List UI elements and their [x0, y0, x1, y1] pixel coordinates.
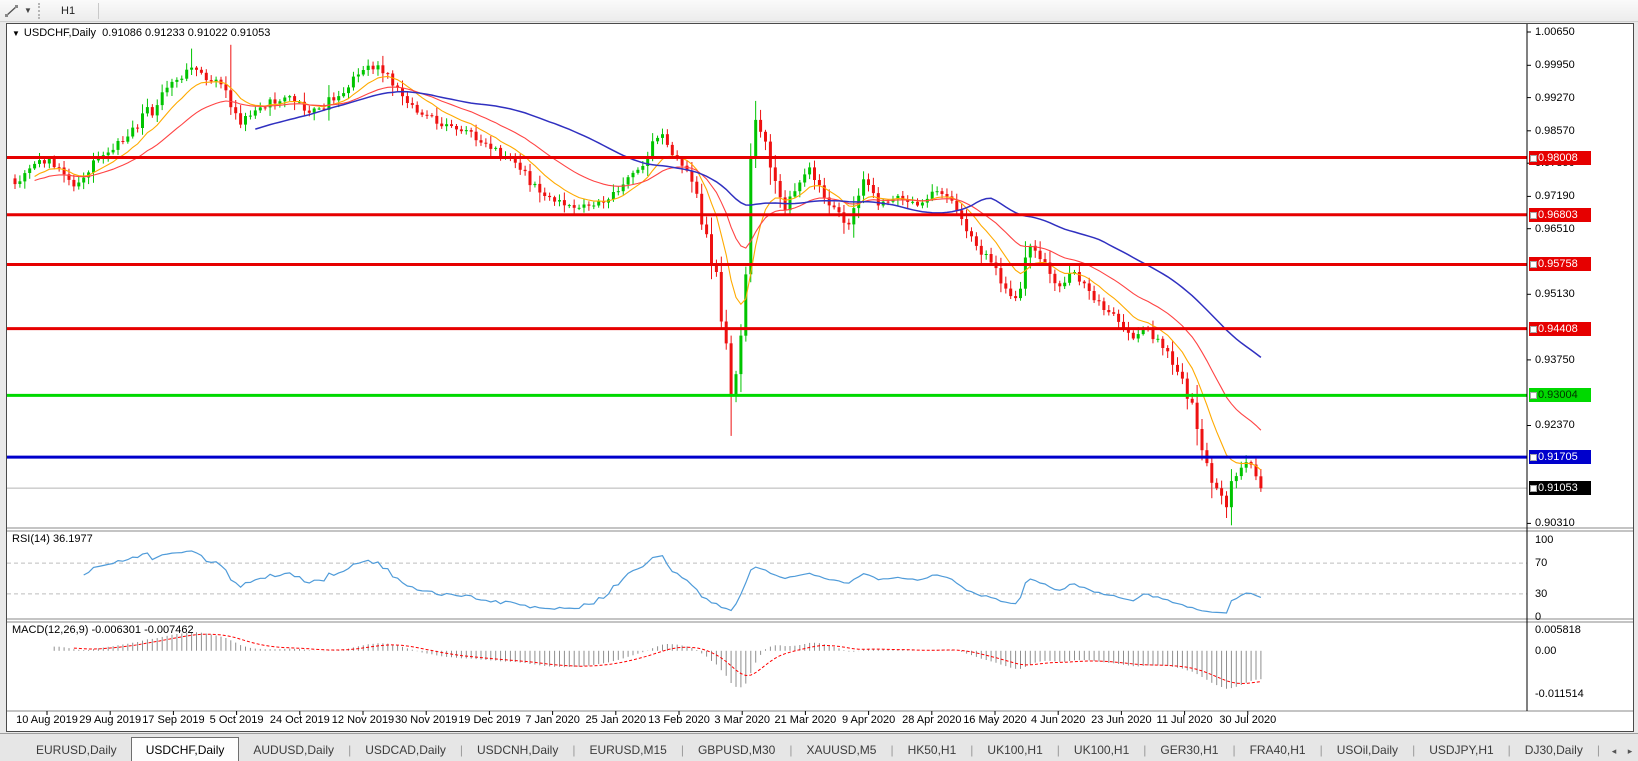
macd-scale-min: -0.011514 — [1535, 688, 1615, 700]
price-axis-tick: 0.99950 — [1535, 59, 1615, 71]
chart-window: ▼ USDCHF,Daily 0.91086 0.91233 0.91022 0.… — [6, 23, 1634, 732]
hline-price-label: 0.96803 — [1529, 208, 1591, 222]
chart-tab-ger30-h1[interactable]: GER30,H1 — [1146, 740, 1232, 761]
chart-tab-eurusd-m15[interactable]: EURUSD,M15 — [575, 740, 680, 761]
price-axis-tick: 0.97190 — [1535, 190, 1615, 202]
hline-price-label: 0.94408 — [1529, 322, 1591, 336]
price-axis-tick: 0.95130 — [1535, 288, 1615, 300]
macd-scale-zero: 0.00 — [1535, 645, 1615, 657]
chart-tab-usdcad-daily[interactable]: USDCAD,Daily — [351, 740, 460, 761]
hline-price-label: 0.98008 — [1529, 151, 1591, 165]
chart-symbol-label: USDCHF,Daily — [24, 27, 96, 39]
chart-tab-uk100-h1[interactable]: UK100,H1 — [1060, 740, 1143, 761]
rsi-scale-label: 0 — [1535, 611, 1615, 623]
chart-tab-audusd-daily[interactable]: AUDUSD,Daily — [239, 740, 348, 761]
chart-tab-usoil-daily[interactable]: USOil,Daily — [1323, 740, 1412, 761]
chart-tab-uk100-h1[interactable]: UK100,H1 — [973, 740, 1056, 761]
toolbar-drag-grip[interactable] — [38, 3, 45, 19]
tool-dropdown-caret[interactable]: ▼ — [22, 6, 34, 15]
chart-tab-xauusd-m5[interactable]: XAUUSD,M5 — [792, 740, 890, 761]
chart-tab-hk50-h1[interactable]: HK50,H1 — [894, 740, 971, 761]
chart-tab-dj30-daily[interactable]: DJ30,Daily — [1511, 740, 1597, 761]
rsi-scale-label: 70 — [1535, 557, 1615, 569]
chart-collapse-icon[interactable]: ▼ — [12, 29, 20, 38]
price-axis-tick: 0.92370 — [1535, 419, 1615, 431]
chart-tab-fra40-h1[interactable]: FRA40,H1 — [1236, 740, 1320, 761]
price-axis-tick: 0.99270 — [1535, 92, 1615, 104]
hline-price-label: 0.91705 — [1529, 450, 1591, 464]
price-chart-canvas[interactable] — [7, 24, 1633, 731]
timeframe-button-h1[interactable]: H1 — [52, 1, 91, 21]
rsi-scale-label: 30 — [1535, 588, 1615, 600]
chart-tab-gbpusd-m30[interactable]: GBPUSD,M30 — [684, 740, 789, 761]
tabs-scroll-right-button[interactable]: ▸ — [1622, 741, 1638, 761]
rsi-indicator-label: RSI(14) 36.1977 — [12, 533, 93, 545]
macd-indicator-label: MACD(12,26,9) -0.006301 -0.007462 — [12, 624, 194, 636]
date-axis-label: 30 Jul 2020 — [1208, 714, 1288, 726]
chart-tabs-bar: EURUSD,DailyUSDCHF,DailyAUDUSD,Daily|USD… — [0, 733, 1638, 761]
price-axis-tick: 0.98570 — [1535, 125, 1615, 137]
hline-price-label: 0.93004 — [1529, 388, 1591, 402]
price-axis-tick: 0.90310 — [1535, 517, 1615, 529]
chart-tab-usdchf-daily[interactable]: USDCHF,Daily — [131, 737, 240, 761]
chart-tab-eurusd-daily[interactable]: EURUSD,Daily — [22, 740, 131, 761]
macd-scale-max: 0.005818 — [1535, 624, 1615, 636]
chart-tab-usdjpy-h1[interactable]: USDJPY,H1 — [1415, 740, 1507, 761]
price-axis-tick: 1.00650 — [1535, 26, 1615, 38]
tabs-scroll-left-button[interactable]: ◂ — [1606, 741, 1622, 761]
toolbar: ▼ M1M5M15M30H1H4D1W1MN — [0, 0, 1638, 22]
chart-ohlc-values: 0.91086 0.91233 0.91022 0.91053 — [102, 27, 270, 39]
trendline-tool-icon[interactable] — [2, 2, 22, 20]
chart-tab-usdcnh-daily[interactable]: USDCNH,Daily — [463, 740, 572, 761]
hline-price-label: 0.95758 — [1529, 257, 1591, 271]
toolbar-separator — [98, 3, 99, 19]
chart-tabs: EURUSD,DailyUSDCHF,DailyAUDUSD,Daily|USD… — [0, 734, 1606, 761]
chart-title: ▼ USDCHF,Daily 0.91086 0.91233 0.91022 0.… — [12, 27, 270, 39]
rsi-scale-label: 100 — [1535, 534, 1615, 546]
current-price-label: 0.91053 — [1529, 481, 1591, 495]
price-axis-tick: 0.96510 — [1535, 223, 1615, 235]
mt4-application-window: ▼ M1M5M15M30H1H4D1W1MN ▼ USDCHF,Daily 0.9… — [0, 0, 1638, 761]
price-axis-tick: 0.93750 — [1535, 354, 1615, 366]
